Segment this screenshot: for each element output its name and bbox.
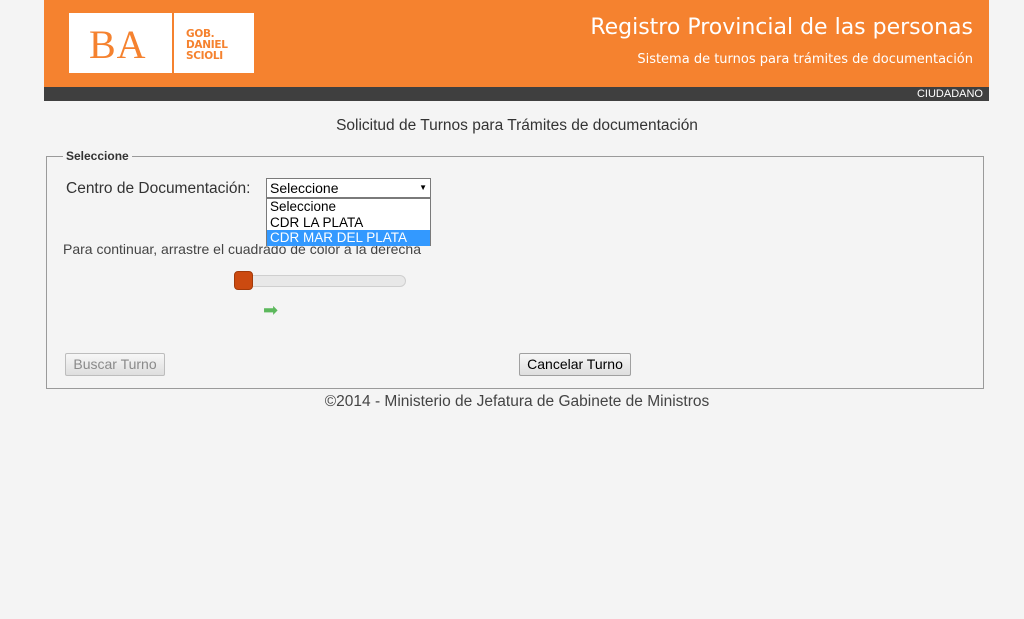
role-bar: CIUDADANO [44,87,989,101]
header-banner: BA GOB. DANIEL SCIOLI Registro Provincia… [44,0,989,87]
dropdown-option-highlighted[interactable]: CDR MAR DEL PLATA [267,230,430,246]
cancelar-turno-button[interactable]: Cancelar Turno [519,353,631,376]
select-value: Seleccione [270,180,339,196]
logo-line: SCIOLI [186,50,223,62]
centro-select[interactable]: Seleccione ▼ [266,178,431,198]
site-title: Registro Provincial de las personas [590,15,973,40]
logo-gob-text: GOB. DANIEL SCIOLI [186,29,228,62]
centro-dropdown-list: Seleccione CDR LA PLATA CDR MAR DEL PLAT… [266,198,431,246]
buscar-turno-button[interactable]: Buscar Turno [65,353,165,376]
dropdown-option[interactable]: Seleccione [267,199,430,215]
role-label: CIUDADANO [916,88,983,100]
footer-text: ©2014 - Ministerio de Jefatura de Gabine… [324,393,710,410]
slider-track[interactable] [235,275,406,287]
centro-label: Centro de Documentación: [66,180,251,197]
logo-divider [172,13,174,73]
dropdown-option[interactable]: CDR LA PLATA [267,215,430,231]
dropdown-arrow-icon: ▼ [419,183,427,192]
logo-ba-text: BA [89,22,147,67]
site-subtitle: Sistema de turnos para trámites de docum… [637,52,973,67]
right-arrow-icon: ➡ [263,300,279,320]
logo: BA GOB. DANIEL SCIOLI [69,13,254,73]
fieldset-legend: Seleccione [63,149,132,163]
selection-fieldset: Seleccione Centro de Documentación: Sele… [46,149,984,389]
slider-handle[interactable] [234,271,253,290]
page-title: Solicitud de Turnos para Trámites de doc… [336,117,698,134]
